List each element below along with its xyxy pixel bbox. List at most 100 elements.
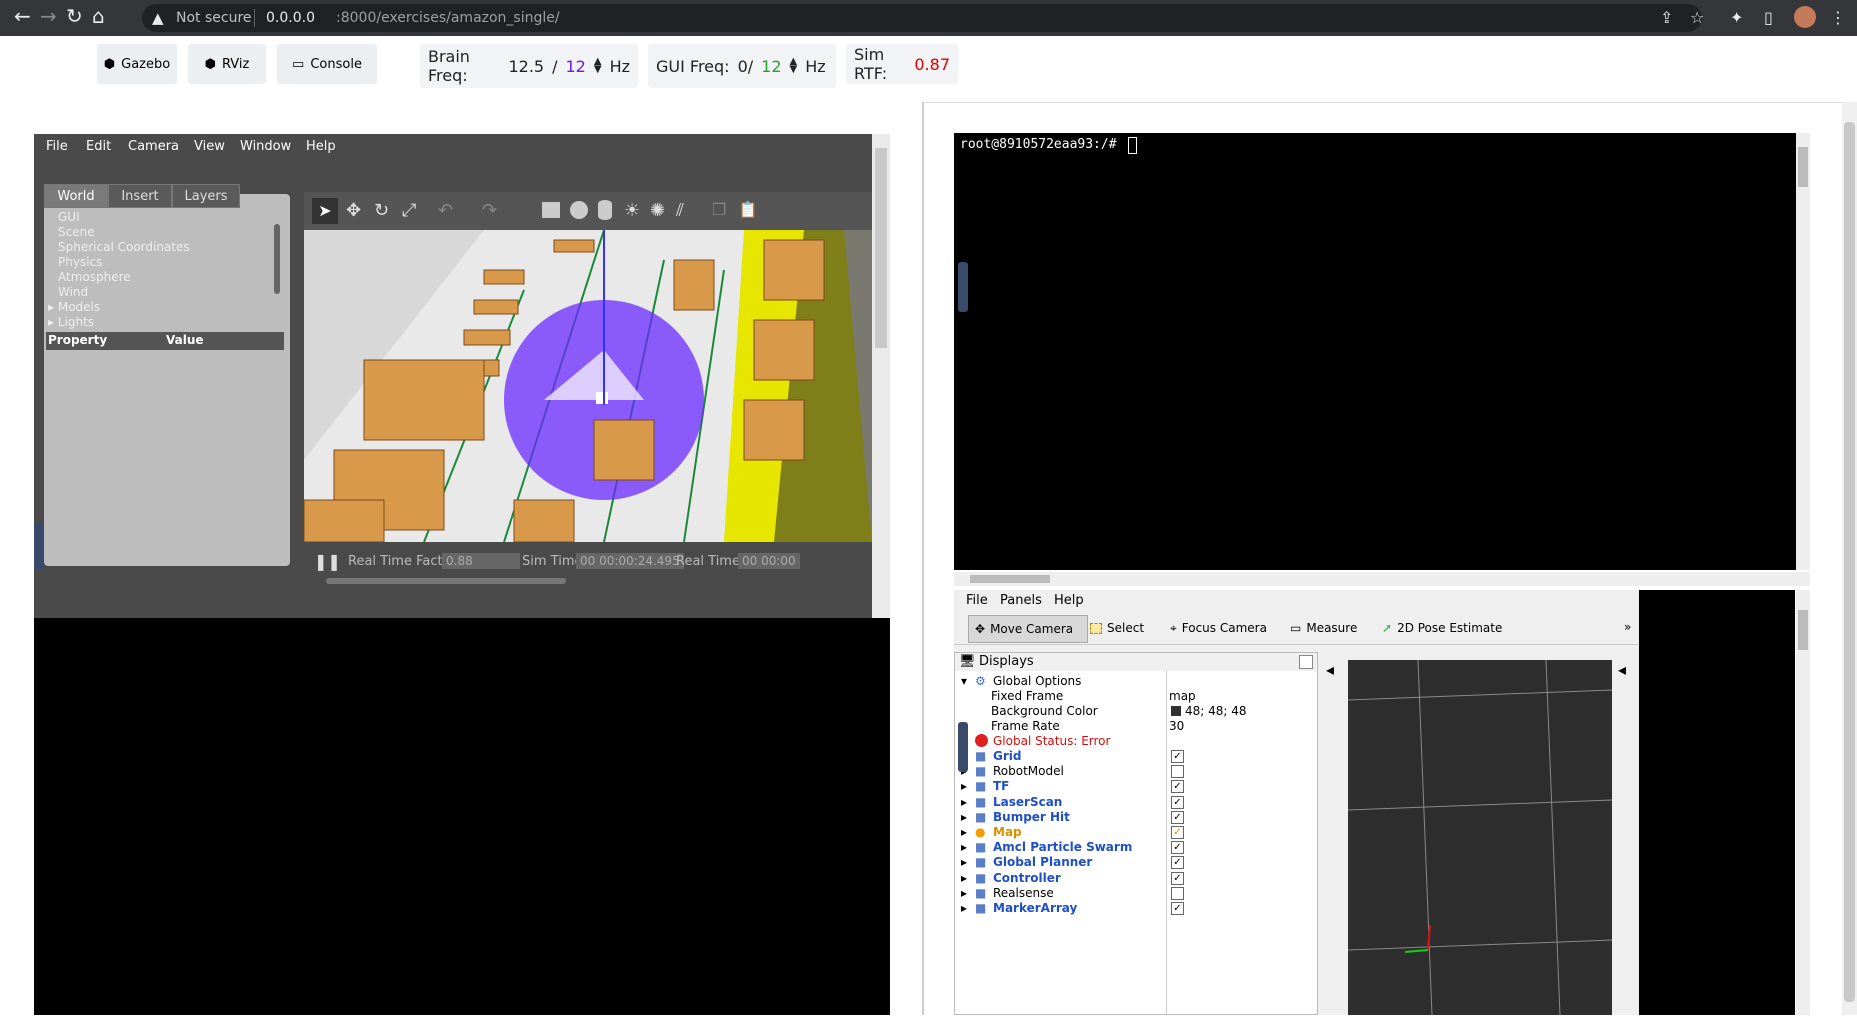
tab-world[interactable]: World bbox=[44, 184, 108, 208]
enable-checkbox[interactable]: ✓ bbox=[1171, 841, 1184, 855]
brain-freq-target[interactable]: 12 bbox=[566, 57, 586, 76]
sidebar-icon[interactable]: ▯ bbox=[1764, 8, 1773, 27]
measure-tool[interactable]: ▭ Measure bbox=[1284, 615, 1363, 641]
rviz-3d-view[interactable] bbox=[1347, 659, 1613, 1016]
pose-estimate-tool[interactable]: ➚ 2D Pose Estimate bbox=[1376, 615, 1508, 641]
tree-item[interactable]: Atmosphere bbox=[58, 270, 190, 285]
terminal-side-handle[interactable] bbox=[958, 262, 968, 312]
gz-menu-help[interactable]: Help bbox=[306, 139, 336, 154]
tree-item[interactable]: Spherical Coordinates bbox=[58, 240, 190, 255]
enable-checkbox[interactable] bbox=[1171, 886, 1184, 900]
home-icon[interactable]: ⌂ bbox=[92, 4, 105, 28]
gui-freq-target[interactable]: 12 bbox=[761, 57, 781, 76]
fixed-frame-value[interactable]: map bbox=[1169, 689, 1196, 703]
display-item-markerarray[interactable]: ▸ ■ MarkerArray ✓ bbox=[955, 899, 1319, 917]
brain-freq-spinner-icon[interactable]: ▲ ▼ bbox=[594, 57, 602, 75]
enable-checkbox[interactable]: ✓ bbox=[1171, 810, 1184, 824]
forward-icon[interactable]: → bbox=[40, 4, 57, 28]
focus-camera-tool[interactable]: ⌖ Focus Camera bbox=[1164, 615, 1273, 641]
color-swatch[interactable] bbox=[1171, 706, 1181, 716]
cylinder-shape-icon[interactable] bbox=[598, 200, 612, 220]
reload-icon[interactable]: ↻ bbox=[66, 4, 83, 28]
tab-insert[interactable]: Insert bbox=[108, 184, 172, 208]
enable-checkbox[interactable]: ✓ bbox=[1171, 856, 1184, 870]
expand-icon[interactable]: ▸ bbox=[48, 315, 58, 329]
page-scroll-thumb[interactable] bbox=[1844, 122, 1855, 1002]
splitter-right-arrow-icon[interactable]: ◂ bbox=[1618, 660, 1626, 1015]
gazebo-scrollbar[interactable] bbox=[872, 134, 890, 618]
address-bar[interactable]: ▲ Not secure 0.0.0.0 :8000/exercises/ama… bbox=[142, 4, 1702, 32]
rotate-icon[interactable]: ↻ bbox=[374, 200, 389, 221]
side-toggle-handle[interactable] bbox=[34, 522, 44, 570]
tab-layers[interactable]: Layers bbox=[172, 184, 240, 208]
expand-icon[interactable]: ▸ bbox=[961, 871, 967, 885]
collapse-icon[interactable]: ▾ bbox=[961, 674, 967, 688]
gazebo-button[interactable]: ⬢ Gazebo bbox=[97, 44, 177, 84]
scroll-thumb[interactable] bbox=[970, 575, 1050, 583]
expand-icon[interactable]: ▸ bbox=[961, 886, 967, 900]
pause-icon[interactable]: ❚❚ bbox=[314, 552, 341, 571]
bg-color-value[interactable]: 48; 48; 48 bbox=[1185, 704, 1247, 718]
redo-icon[interactable]: ↷ bbox=[482, 200, 497, 221]
frame-rate-value[interactable]: 30 bbox=[1169, 719, 1184, 733]
scroll-thumb[interactable] bbox=[1798, 147, 1808, 187]
translate-icon[interactable]: ✥ bbox=[346, 200, 361, 221]
rviz-menu-help[interactable]: Help bbox=[1054, 593, 1084, 608]
gz-menu-window[interactable]: Window bbox=[240, 139, 291, 154]
page-scrollbar[interactable] bbox=[1842, 102, 1857, 1015]
rviz-button[interactable]: ⬢ RViz bbox=[188, 44, 266, 84]
close-panel-icon[interactable] bbox=[1299, 655, 1313, 669]
back-icon[interactable]: ← bbox=[14, 4, 31, 28]
gui-freq-spinner-icon[interactable]: ▲ ▼ bbox=[790, 57, 798, 75]
sphere-shape-icon[interactable] bbox=[570, 201, 588, 219]
bookmark-star-icon[interactable]: ☆ bbox=[1690, 8, 1704, 27]
expand-icon[interactable]: ▸ bbox=[961, 901, 967, 915]
tree-item[interactable]: Scene bbox=[58, 225, 190, 240]
tree-item[interactable]: Wind bbox=[58, 285, 190, 300]
gz-menu-file[interactable]: File bbox=[46, 139, 68, 154]
console-terminal[interactable]: root@8910572eaa93:/# bbox=[954, 133, 1796, 570]
expand-icon[interactable]: ▸ bbox=[48, 300, 58, 314]
rviz-menu-panels[interactable]: Panels bbox=[1000, 593, 1042, 608]
share-icon[interactable]: ⇪ bbox=[1660, 8, 1673, 27]
enable-checkbox[interactable]: ✓ bbox=[1171, 871, 1184, 885]
gz-menu-view[interactable]: View bbox=[194, 139, 225, 154]
menu-icon[interactable]: ⋮ bbox=[1830, 8, 1846, 27]
enable-checkbox[interactable]: ✓ bbox=[1171, 750, 1184, 763]
move-camera-tool[interactable]: ✥ Move Camera bbox=[968, 615, 1088, 643]
box-shape-icon[interactable] bbox=[542, 202, 560, 218]
spot-light-icon[interactable]: ✺ bbox=[650, 200, 665, 221]
select-tool[interactable]: Select bbox=[1084, 615, 1150, 641]
tree-item[interactable]: ▸ Lights bbox=[48, 315, 190, 330]
rviz-menu-file[interactable]: File bbox=[966, 593, 988, 608]
terminal-hscroll[interactable] bbox=[954, 572, 1810, 586]
rviz-side-handle[interactable] bbox=[958, 722, 968, 772]
paste-icon[interactable]: 📋 bbox=[738, 200, 758, 219]
tree-item[interactable]: GUI bbox=[58, 210, 190, 225]
undo-icon[interactable]: ↶ bbox=[438, 200, 453, 221]
enable-checkbox[interactable] bbox=[1171, 765, 1184, 779]
scroll-thumb[interactable] bbox=[1798, 610, 1808, 650]
enable-checkbox[interactable]: ✓ bbox=[1171, 902, 1184, 915]
gz-menu-edit[interactable]: Edit bbox=[86, 139, 111, 154]
enable-checkbox[interactable]: ✓ bbox=[1171, 826, 1184, 839]
point-light-icon[interactable]: ☀ bbox=[624, 200, 640, 221]
enable-checkbox[interactable]: ✓ bbox=[1171, 795, 1184, 809]
expand-icon[interactable]: ▸ bbox=[961, 779, 967, 793]
tree-item[interactable]: ▸ Models bbox=[48, 300, 190, 315]
profile-avatar[interactable] bbox=[1794, 6, 1816, 28]
horizontal-scrollbar[interactable] bbox=[326, 578, 566, 584]
scale-icon[interactable]: ⤢ bbox=[402, 200, 416, 221]
gz-menu-camera[interactable]: Camera bbox=[128, 139, 179, 154]
rviz-vscroll[interactable] bbox=[1796, 590, 1810, 1015]
expand-icon[interactable]: ▸ bbox=[961, 855, 967, 869]
console-button[interactable]: ▭ Console bbox=[277, 44, 377, 84]
tree-scrollbar[interactable] bbox=[274, 224, 280, 294]
expand-icon[interactable]: ▸ bbox=[961, 840, 967, 854]
tree-item[interactable]: Physics bbox=[58, 255, 190, 270]
directional-light-icon[interactable]: ⫽ bbox=[676, 200, 684, 221]
toolbar-overflow-icon[interactable]: » bbox=[1624, 620, 1631, 634]
extensions-icon[interactable]: ✦ bbox=[1730, 8, 1743, 27]
expand-icon[interactable]: ▸ bbox=[961, 795, 967, 809]
splitter-left-arrow-icon[interactable]: ◂ bbox=[1326, 660, 1334, 1015]
